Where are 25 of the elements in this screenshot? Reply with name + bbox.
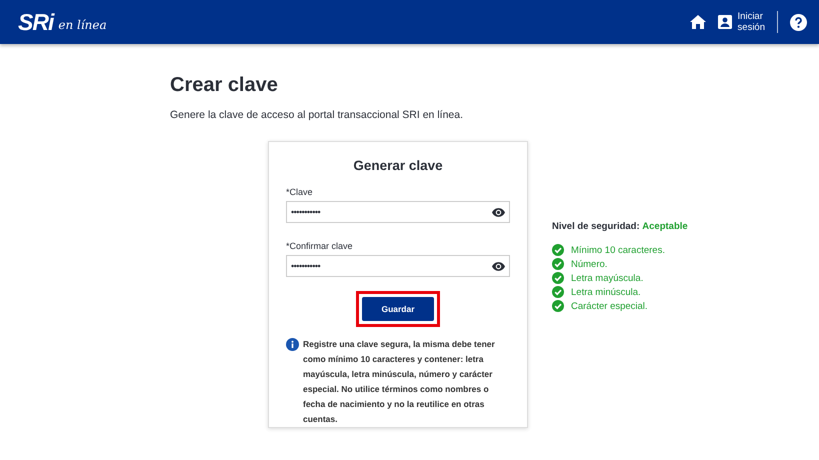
user-icon bbox=[718, 15, 732, 29]
login-button[interactable]: Iniciar sesión bbox=[718, 11, 765, 33]
card-title: Generar clave bbox=[352, 158, 444, 173]
eye-icon[interactable] bbox=[492, 208, 505, 216]
password-field[interactable]: ••••••••••• bbox=[286, 255, 510, 277]
field-label: *Confirmar clave bbox=[286, 241, 354, 251]
help-icon[interactable] bbox=[790, 14, 807, 30]
requirement-text: Carácter especial. bbox=[571, 300, 648, 312]
requirement-text: Número. bbox=[571, 258, 608, 270]
info-icon bbox=[286, 338, 299, 351]
save-button[interactable]: Guardar bbox=[362, 297, 434, 321]
page-title: Crear clave bbox=[170, 74, 279, 97]
eye-icon[interactable] bbox=[492, 262, 505, 270]
field-label: *Clave bbox=[286, 187, 314, 197]
requirement-text: Letra mayúscula. bbox=[571, 272, 644, 284]
security-label: Nivel de seguridad: bbox=[552, 221, 640, 232]
security-level: Aceptable bbox=[642, 221, 688, 232]
home-icon[interactable] bbox=[690, 15, 706, 29]
password-field[interactable]: ••••••••••• bbox=[286, 201, 510, 223]
requirement-text: Letra minúscula. bbox=[571, 286, 641, 298]
info-text: Registre una clave segura, la misma debe tener como mínimo 10 caracteres y contener: letra mayúscula, letra minúscula, número y carácter especial. No utilice términos como nombres o fecha de nacimiento y no la reutilice en otras cuentas. bbox=[303, 338, 496, 426]
page-subtitle: Genere la clave de acceso al portal transaccional SRI en línea. bbox=[170, 109, 464, 121]
logo-text: SRi bbox=[18, 8, 54, 36]
logo-tagline: en línea bbox=[58, 18, 107, 32]
requirement-text: Mínimo 10 caracteres. bbox=[571, 244, 665, 256]
